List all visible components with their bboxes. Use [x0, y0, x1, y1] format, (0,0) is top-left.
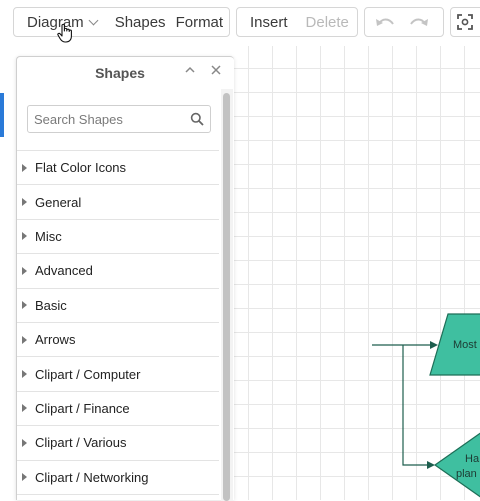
library-item-clipart-networking[interactable]: Clipart / Networking	[17, 461, 219, 495]
decision-shape-label-1: Ha	[465, 453, 480, 465]
delete-button[interactable]: Delete	[294, 8, 355, 36]
search-icon[interactable]	[190, 112, 204, 126]
library-item-clipart-various[interactable]: Clipart / Various	[17, 426, 219, 461]
shape-library-list: Flat Color Icons General Misc Advanced B…	[17, 151, 219, 495]
library-item-misc[interactable]: Misc	[17, 220, 219, 255]
expand-arrow-icon	[22, 404, 27, 413]
library-item-arrows[interactable]: Arrows	[17, 323, 219, 358]
decision-shape[interactable]	[433, 432, 480, 498]
redo-icon	[410, 18, 428, 26]
undo-button[interactable]	[371, 8, 399, 36]
chevron-down-icon	[88, 15, 99, 25]
undo-icon	[376, 18, 394, 26]
collapse-icon[interactable]	[183, 63, 197, 77]
expand-arrow-icon	[22, 335, 27, 344]
expand-arrow-icon	[22, 266, 27, 275]
shapes-button[interactable]: Shapes	[103, 8, 172, 36]
edit-group: Insert Delete	[236, 7, 358, 37]
decision-shape-label-2: plan	[456, 468, 477, 480]
library-item-label: Clipart / Finance	[35, 400, 130, 416]
expand-arrow-icon	[22, 473, 27, 482]
format-button[interactable]: Format	[172, 8, 230, 36]
expand-arrow-icon	[22, 198, 27, 207]
library-item-clipart-computer[interactable]: Clipart / Computer	[17, 357, 219, 392]
expand-arrow-icon	[22, 301, 27, 310]
history-group	[364, 7, 444, 37]
scrollbar-thumb[interactable]	[223, 93, 230, 501]
search-input[interactable]	[28, 111, 184, 127]
expand-arrow-icon	[22, 232, 27, 241]
close-icon[interactable]	[209, 63, 223, 77]
expand-arrow-icon	[22, 163, 27, 172]
hand-cursor-icon	[57, 23, 72, 43]
fit-screen-button[interactable]	[451, 8, 479, 36]
library-item-label: General	[35, 194, 82, 210]
fit-group	[450, 7, 480, 37]
library-item-label: Basic	[35, 297, 67, 313]
connector-branch-arrowhead	[427, 461, 435, 469]
expand-arrow-icon	[22, 370, 27, 379]
redo-button[interactable]	[405, 8, 433, 36]
library-item-clipart-finance[interactable]: Clipart / Finance	[17, 392, 219, 427]
shapes-panel: Shapes Flat Color Icons General Misc Adv…	[16, 56, 234, 501]
fit-screen-icon	[457, 14, 473, 30]
library-item-general[interactable]: General	[17, 185, 219, 220]
insert-button[interactable]: Insert	[237, 8, 294, 36]
library-item-label: Clipart / Various	[35, 435, 127, 451]
library-item-label: Clipart / Computer	[35, 366, 141, 382]
view-menu-group: Diagram Shapes Format	[13, 7, 230, 37]
library-item-label: Arrows	[35, 332, 76, 348]
connector-arrowhead	[430, 341, 438, 349]
process-shape-label: Most	[453, 339, 477, 351]
library-item-label: Misc	[35, 228, 62, 244]
library-item-advanced[interactable]: Advanced	[17, 254, 219, 289]
library-item-label: Advanced	[35, 263, 93, 279]
expand-arrow-icon	[22, 438, 27, 447]
search-field	[27, 105, 211, 133]
library-item-label: Flat Color Icons	[35, 160, 127, 176]
connector-branch[interactable]	[402, 345, 428, 466]
library-item-flat-color-icons[interactable]: Flat Color Icons	[17, 151, 219, 186]
library-item-basic[interactable]: Basic	[17, 289, 219, 323]
library-item-label: Clipart / Networking	[35, 469, 149, 485]
